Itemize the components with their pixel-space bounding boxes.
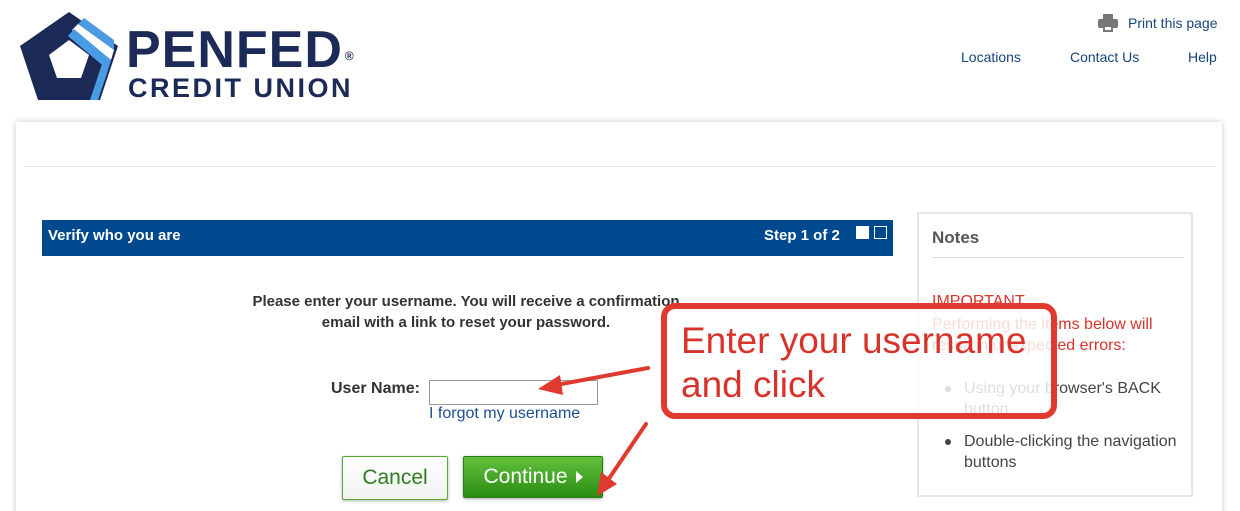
continue-button-label: Continue	[483, 465, 568, 488]
penfed-logo-icon	[20, 12, 118, 100]
step-title: Verify who you are	[48, 227, 181, 244]
notes-divider	[932, 257, 1184, 258]
logo-wordmark-credit-union: CREDIT UNION	[128, 73, 353, 103]
forgot-username-link[interactable]: I forgot my username	[429, 405, 580, 423]
reset-instructions: Please enter your username. You will rec…	[216, 291, 716, 333]
annotation-line-1: Enter your username	[681, 320, 1027, 361]
step-header-bar: Verify who you are Step 1 of 2	[42, 220, 893, 256]
annotation-text: Enter your username and click	[681, 319, 1027, 407]
print-page-link[interactable]: Print this page	[1098, 14, 1218, 32]
notes-list-item: Double-clicking the navigation buttons	[932, 431, 1187, 473]
registered-mark: ®	[344, 49, 355, 63]
card-divider	[24, 166, 1216, 167]
annotation-callout: Enter your username and click	[661, 303, 1057, 419]
triangle-right-icon	[575, 471, 583, 483]
instructions-line-2: email with a link to reset your password…	[321, 314, 611, 331]
nav-contact-us-link[interactable]: Contact Us	[1070, 49, 1139, 65]
step-progress-label: Step 1 of 2	[764, 227, 840, 244]
annotation-line-2: and click	[681, 364, 825, 405]
username-input[interactable]	[429, 380, 598, 405]
nav-help-link[interactable]: Help	[1188, 49, 1217, 65]
penfed-logo[interactable]: PENFED ® CREDIT UNION	[18, 10, 388, 106]
nav-locations-link[interactable]: Locations	[961, 49, 1021, 65]
continue-button[interactable]: Continue	[463, 456, 603, 498]
instructions-line-1: Please enter your username. You will rec…	[252, 293, 680, 310]
username-label: User Name:	[331, 380, 420, 397]
print-page-label: Print this page	[1128, 15, 1218, 31]
logo-wordmark-penfed: PENFED ®	[126, 21, 355, 79]
notes-title: Notes	[932, 228, 980, 247]
printer-icon	[1098, 14, 1118, 32]
step-indicator-remaining	[874, 226, 887, 239]
step-indicator-current	[856, 226, 869, 239]
cancel-button[interactable]: Cancel	[342, 456, 448, 500]
